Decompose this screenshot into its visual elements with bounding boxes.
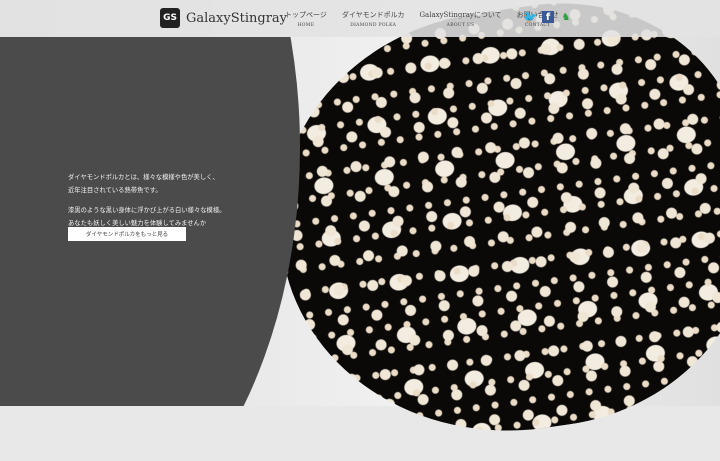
copy-line: 漆黒のような黒い身体に浮かび上がる白い様々な模様。 [68,207,226,214]
mascot-icon[interactable]: ♞ [560,11,572,23]
copy-line: ダイヤモンドポルカとは、様々な模様や色が美しく、 [68,174,219,181]
nav-diamond-polka[interactable]: ダイヤモンドポルカ DIAMOND POLKA [342,10,405,28]
facebook-icon[interactable]: f [542,11,554,23]
see-more-button[interactable]: ダイヤモンドポルカをもっと見る [68,227,186,241]
site-header: GS GalaxyStingray トップページ HOME ダイヤモンドポルカ DI… [0,0,720,37]
nav-sublabel: HOME [297,23,315,28]
logo-text: GalaxyStingray [186,10,288,26]
nav-label: ダイヤモンドポルカ [341,11,405,19]
nav-label: GalaxyStingrayについて [419,11,502,19]
social-links: 🐦 f ♞ [523,10,572,24]
nav-about[interactable]: GalaxyStingrayについて ABOUT US [419,10,501,28]
nav-sublabel: ABOUT US [446,23,475,28]
nav-sublabel: DIAMOND POLKA [350,23,397,28]
twitter-icon[interactable]: 🐦 [523,10,538,24]
logo-cube-icon: GS [160,8,180,28]
hero-copy: ダイヤモンドポルカとは、様々な模様や色が美しく、 近年注目されている熱帯魚です。 … [68,172,225,230]
main-nav: トップページ HOME ダイヤモンドポルカ DIAMOND POLKA Galaxy… [285,10,559,28]
copy-line: 近年注目されている熱帯魚です。 [68,186,162,194]
logo[interactable]: GS GalaxyStingray [160,8,287,28]
copy-line: あなたも妖しく美しい魅力を体験してみませんか [68,219,207,227]
nav-home[interactable]: トップページ HOME [285,10,327,28]
nav-label: トップページ [285,11,327,19]
